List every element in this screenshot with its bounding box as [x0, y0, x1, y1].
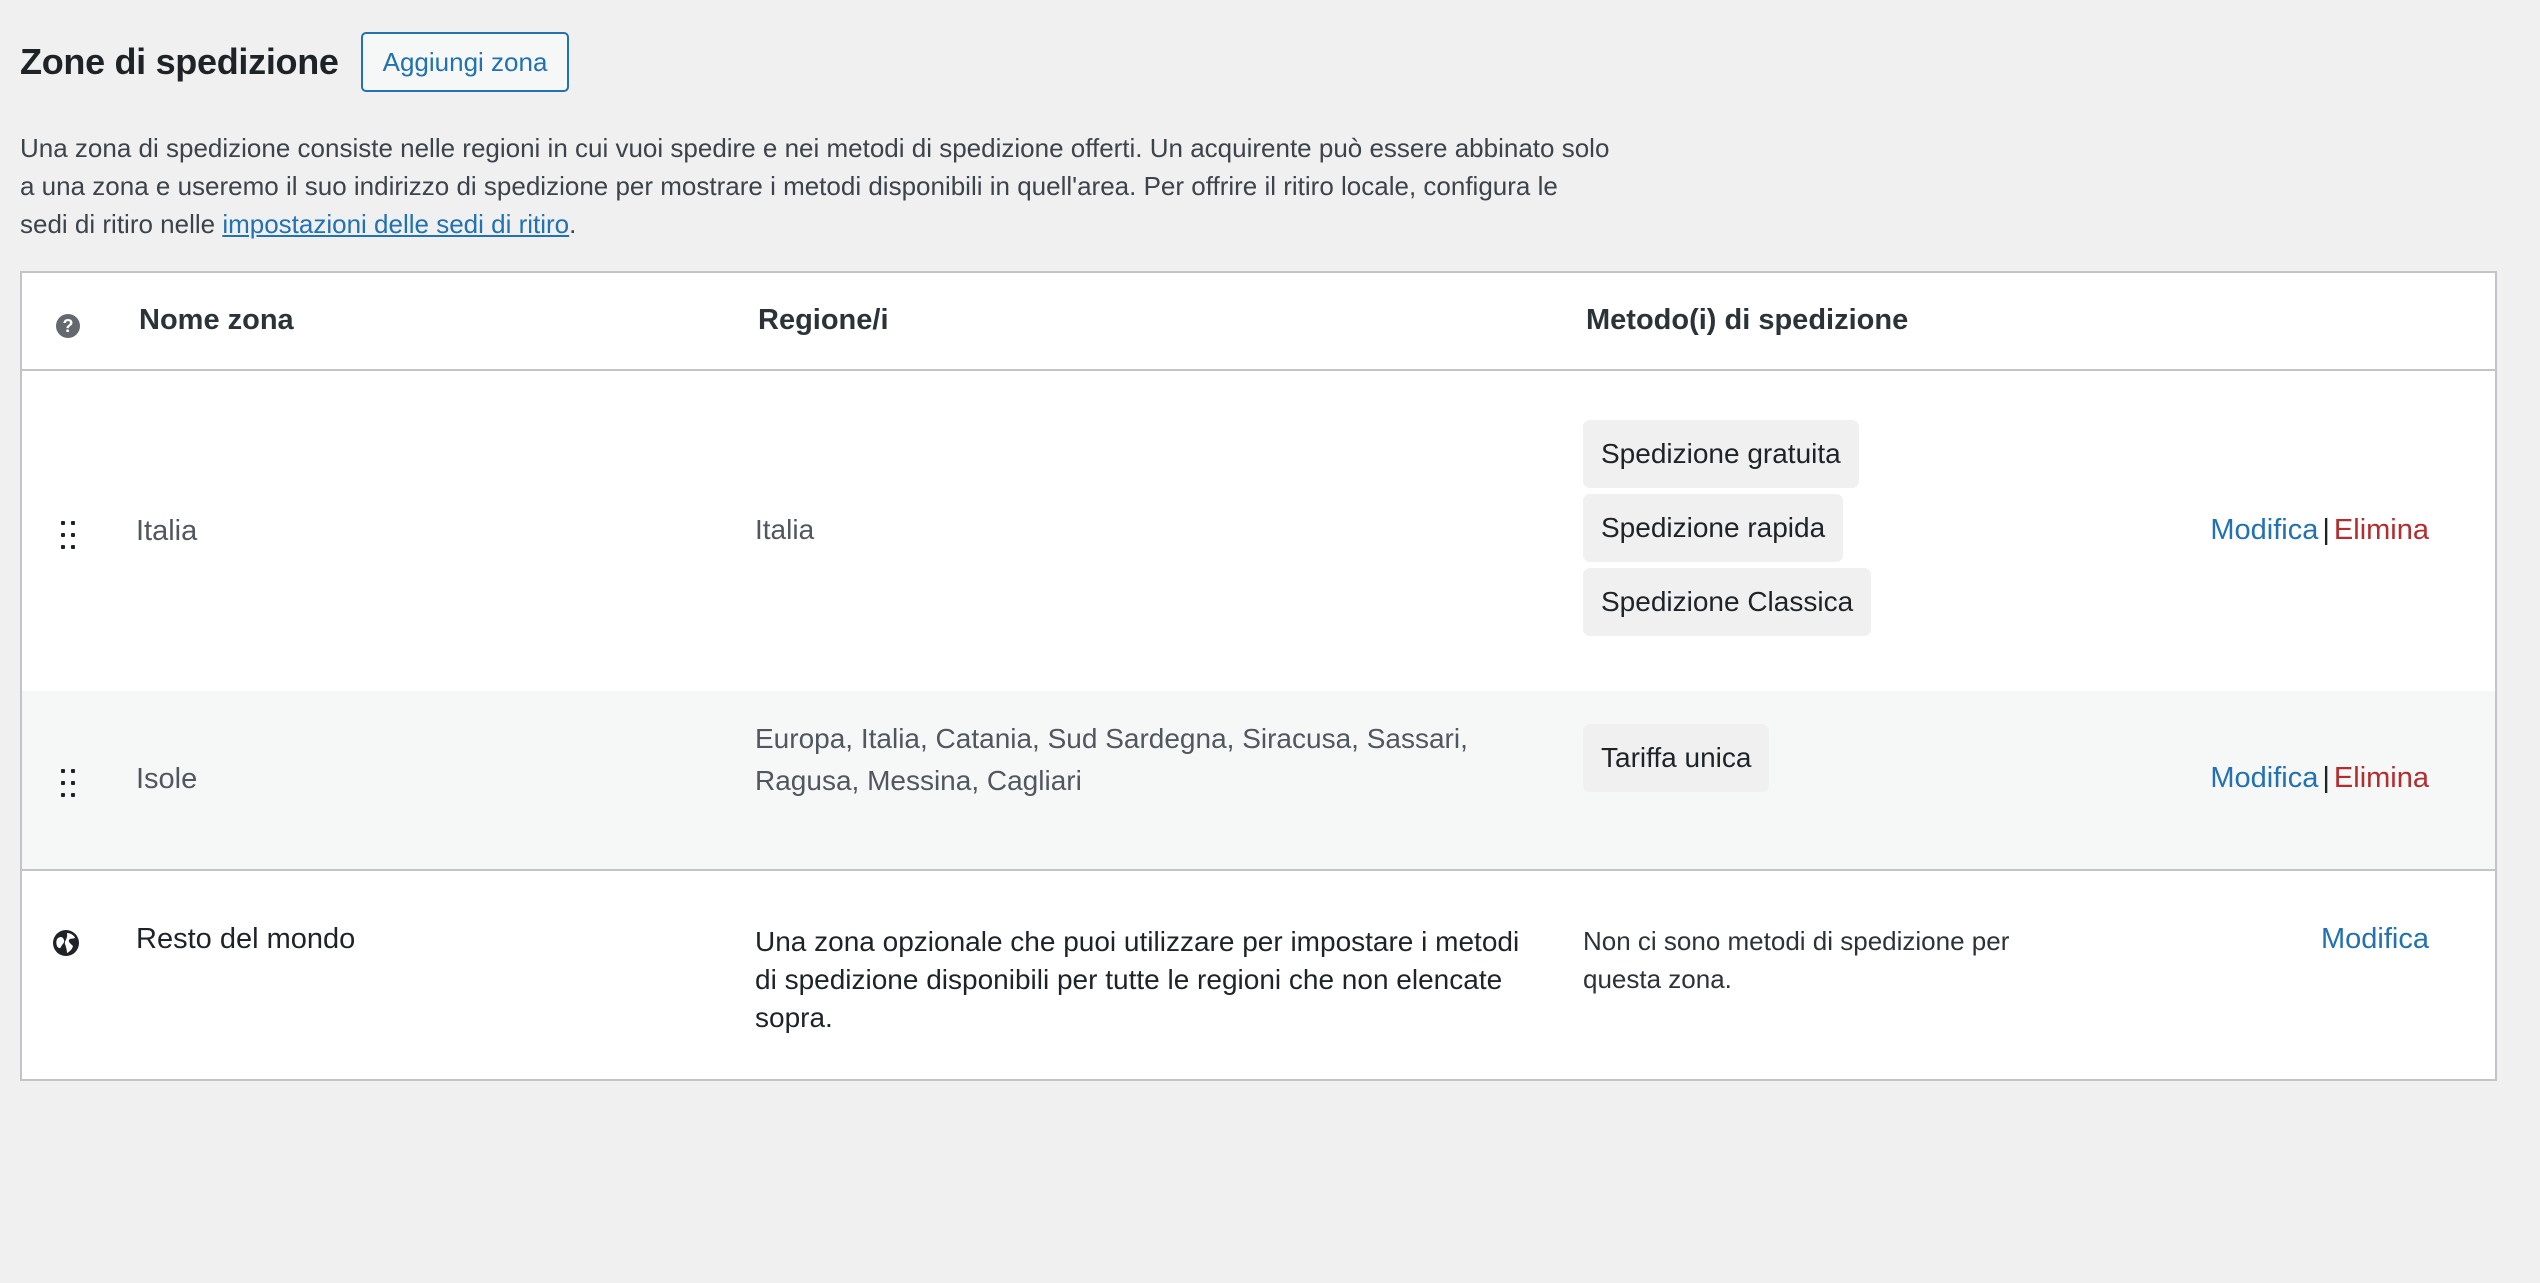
delete-link[interactable]: Elimina [2334, 514, 2429, 546]
table-header: ? Nome zona Regione/i Metodo(i) di spedi… [22, 273, 2495, 371]
column-header-zone-name: Nome zona [139, 304, 294, 336]
zone-regions: Europa, Italia, Catania, Sud Sardegna, S… [755, 723, 1468, 796]
page-header: Zone di spedizione Aggiungi zona [20, 32, 570, 92]
shipping-method-badge: Tariffa unica [1583, 724, 1770, 792]
column-header-regions: Regione/i [758, 304, 889, 336]
rest-of-world-description: Una zona opzionale che puoi utilizzare p… [755, 926, 1520, 1033]
edit-link[interactable]: Modifica [2210, 514, 2318, 546]
table-row: Italia Italia Spedizione gratuita Spediz… [22, 371, 2495, 691]
edit-link[interactable]: Modifica [2210, 762, 2318, 794]
globe-icon [53, 930, 79, 956]
shipping-zones-table: ? Nome zona Regione/i Metodo(i) di spedi… [20, 271, 2497, 1081]
row-actions: Modifica | Elimina [2210, 762, 2429, 795]
drag-handle-icon[interactable] [60, 521, 78, 551]
shipping-methods-list: Tariffa unica [1583, 724, 1770, 798]
description-end: . [569, 209, 577, 239]
zone-name: Resto del mondo [136, 923, 356, 955]
column-header-shipping-methods: Metodo(i) di spedizione [1586, 304, 1909, 336]
row-actions: Modifica | Elimina [2210, 514, 2429, 547]
drag-handle-icon[interactable] [60, 769, 78, 799]
pickup-locations-settings-link[interactable]: impostazioni delle sedi di ritiro [222, 209, 569, 239]
page-description: Una zona di spedizione consiste nelle re… [20, 129, 1610, 243]
zone-regions: Italia [755, 514, 815, 545]
edit-link[interactable]: Modifica [2321, 923, 2429, 955]
zone-name: Italia [136, 515, 198, 547]
shipping-method-badge: Spedizione rapida [1583, 494, 1844, 562]
delete-link[interactable]: Elimina [2334, 762, 2429, 794]
action-separator: | [2322, 762, 2330, 794]
add-zone-button[interactable]: Aggiungi zona [360, 32, 570, 92]
shipping-methods-list: Spedizione gratuita Spedizione rapida Sp… [1583, 420, 1872, 642]
table-row-rest-of-world: Resto del mondo Una zona opzionale che p… [22, 873, 2495, 1079]
page-title: Zone di spedizione [20, 41, 339, 82]
help-icon[interactable]: ? [56, 314, 80, 338]
row-actions: Modifica [2321, 923, 2429, 956]
zone-name: Isole [136, 763, 198, 795]
action-separator: | [2322, 514, 2330, 546]
no-methods-message: Non ci sono metodi di spedizione per que… [1583, 926, 2010, 994]
shipping-method-badge: Spedizione Classica [1583, 568, 1872, 636]
table-row: Isole Europa, Italia, Catania, Sud Sarde… [22, 691, 2495, 871]
shipping-method-badge: Spedizione gratuita [1583, 420, 1859, 488]
